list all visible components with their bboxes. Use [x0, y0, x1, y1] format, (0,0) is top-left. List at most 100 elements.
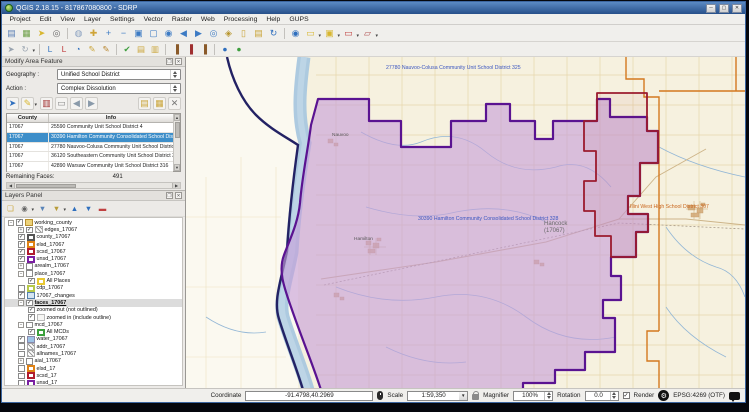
layer-item[interactable]: −✓faces_17067	[5, 299, 182, 306]
render-checkbox[interactable]: ✓	[623, 392, 630, 399]
layer-checkbox[interactable]: ✓	[18, 241, 25, 248]
layer-item[interactable]: unsd_17	[5, 380, 182, 386]
measure-icon[interactable]: ▱▾	[361, 27, 374, 40]
layer-checkbox[interactable]: ✓	[28, 314, 35, 321]
horizontal-scrollbar[interactable]: ◀ ▶	[6, 182, 181, 189]
lock-scale-icon[interactable]	[472, 394, 479, 400]
select-features-icon[interactable]: ▭▾	[304, 27, 317, 40]
layer-checkbox[interactable]: ✓	[18, 256, 25, 263]
layer-checkbox[interactable]: ✓	[18, 234, 25, 241]
layer-checkbox[interactable]	[26, 358, 33, 365]
layer-item[interactable]: +arealm_17067	[5, 263, 182, 270]
magnifier-stepper[interactable]: 100%	[513, 391, 553, 401]
collapse-icon[interactable]: −	[8, 220, 14, 226]
scroll-thumb[interactable]	[16, 184, 76, 188]
identify-pointer-icon[interactable]: ➤	[35, 27, 48, 40]
edit-geography-icon[interactable]: ✎	[86, 43, 98, 55]
menu-settings[interactable]: Settings	[106, 16, 140, 23]
zoom-to-layer-icon[interactable]: ▢	[147, 27, 160, 40]
scroll-up-icon[interactable]: ▲	[174, 114, 180, 121]
scroll-left-icon[interactable]: ◀	[7, 183, 15, 188]
import-door-icon[interactable]: ▐	[170, 43, 182, 55]
chevron-down-icon[interactable]: ▼	[459, 391, 468, 401]
maximize-button[interactable]: ▢	[719, 4, 729, 13]
spinner-arrows-icon[interactable]	[544, 392, 552, 400]
new-bookmark-icon[interactable]: ▯	[237, 27, 250, 40]
spinner-arrows-icon[interactable]	[610, 392, 618, 400]
matrix-grid-icon[interactable]: ▦	[153, 97, 166, 110]
scroll-right-icon[interactable]: ▶	[172, 183, 180, 188]
add-group-icon[interactable]: ❏	[5, 203, 16, 214]
layer-item[interactable]: elsd_17	[5, 365, 182, 372]
scroll-down-icon[interactable]: ▼	[174, 164, 180, 171]
layer-item[interactable]: ✓elsd_17067	[5, 241, 182, 248]
layer-item[interactable]: ✓unsd_17067	[5, 255, 182, 262]
collapse-all-icon[interactable]: ▼	[83, 203, 94, 214]
close-panel-icon[interactable]: ✕	[175, 58, 182, 65]
menu-edit[interactable]: Edit	[35, 16, 56, 23]
scale-select[interactable]: 1:59,350 ▼	[407, 391, 468, 401]
delete-feature-icon[interactable]: ▥	[40, 97, 53, 110]
scroll-thumb[interactable]	[175, 122, 180, 138]
add-linear-feature-icon[interactable]: L	[44, 43, 56, 55]
remove-layer-icon[interactable]: ▬	[97, 203, 108, 214]
layer-checkbox[interactable]: ✓	[18, 336, 25, 343]
collapse-icon[interactable]: −	[18, 300, 24, 306]
layer-checkbox[interactable]	[18, 380, 25, 386]
menu-raster[interactable]: Raster	[167, 16, 196, 23]
layer-checkbox[interactable]: ✓	[18, 249, 25, 256]
layer-visibility-icon[interactable]: ◉▾	[19, 203, 30, 214]
layer-item[interactable]: ✓All MCDs	[5, 328, 182, 335]
expand-all-icon[interactable]: ▲	[69, 203, 80, 214]
collapse-icon[interactable]: −	[18, 322, 24, 328]
pan-map-icon[interactable]: ✚	[87, 27, 100, 40]
menu-gups[interactable]: GUPS	[285, 16, 313, 23]
menu-help[interactable]: Help	[262, 16, 285, 23]
layer-checkbox[interactable]	[18, 365, 25, 372]
menu-view[interactable]: View	[56, 16, 80, 23]
review-changes-icon[interactable]: ▤	[135, 43, 147, 55]
menu-layer[interactable]: Layer	[79, 16, 105, 23]
select-feature-icon[interactable]: ➤	[6, 97, 19, 110]
table-row[interactable]: 1706725590 Community Unit School Distric…	[7, 123, 173, 133]
style-manager-icon[interactable]: ▦	[20, 27, 33, 40]
export-door-icon[interactable]: ▐	[184, 43, 196, 55]
layer-item[interactable]: −✓working_county	[5, 219, 182, 226]
menu-web[interactable]: Web	[196, 16, 219, 23]
layer-item[interactable]: cdp_17067	[5, 285, 182, 292]
zoom-next-icon[interactable]: ▶	[192, 27, 205, 40]
attribute-info-icon[interactable]: ◔	[72, 43, 84, 55]
layer-checkbox[interactable]	[26, 322, 33, 329]
exit-door-icon[interactable]: ▐	[198, 43, 210, 55]
save-project-icon[interactable]: ▤	[5, 27, 18, 40]
zoom-last-icon[interactable]: ◀	[177, 27, 190, 40]
attribute-table-icon[interactable]: ▤	[138, 97, 151, 110]
zoom-native-icon[interactable]: ◎	[207, 27, 220, 40]
layer-checkbox[interactable]: ✓	[16, 219, 23, 226]
select-by-expression-icon[interactable]: ▣▾	[323, 27, 336, 40]
expand-icon[interactable]: +	[18, 263, 24, 269]
search-globe-icon[interactable]: ●	[233, 43, 245, 55]
table-row[interactable]: 1706742890 Warsaw Community Unit School …	[7, 162, 173, 172]
previous-feature-icon[interactable]: ◀	[70, 97, 83, 110]
menu-vector[interactable]: Vector	[139, 16, 167, 23]
select-tool-icon[interactable]: ➤	[5, 43, 17, 55]
coordinate-input[interactable]: -91.4798,40.2969	[245, 391, 373, 401]
layer-item[interactable]: ✓zoomed out (not outlined)	[5, 307, 182, 314]
validate-icon[interactable]: ✔	[121, 43, 133, 55]
float-panel-icon[interactable]: ❐	[166, 192, 173, 199]
layer-checkbox[interactable]: ✓	[28, 278, 35, 285]
edit-attributes-icon[interactable]: ✎▾	[21, 97, 34, 110]
messages-icon[interactable]	[729, 392, 740, 400]
layer-item[interactable]: ✓All Places	[5, 277, 182, 284]
table-scrollbar[interactable]: ▲ ▼	[173, 114, 180, 171]
layer-item[interactable]: scsd_17	[5, 372, 182, 379]
layer-item[interactable]: ✓county_17067	[5, 234, 182, 241]
layer-checkbox[interactable]: ✓	[18, 292, 25, 299]
layer-checkbox[interactable]: ✓	[26, 227, 33, 234]
mouse-coordinate-icon[interactable]	[377, 391, 383, 400]
zoom-to-selection-icon[interactable]: ◉	[162, 27, 175, 40]
layer-item[interactable]: ✓scsd_17067	[5, 248, 182, 255]
modify-area-feature-icon[interactable]: ✎	[100, 43, 112, 55]
close-panel-icon[interactable]: ✕	[175, 192, 182, 199]
